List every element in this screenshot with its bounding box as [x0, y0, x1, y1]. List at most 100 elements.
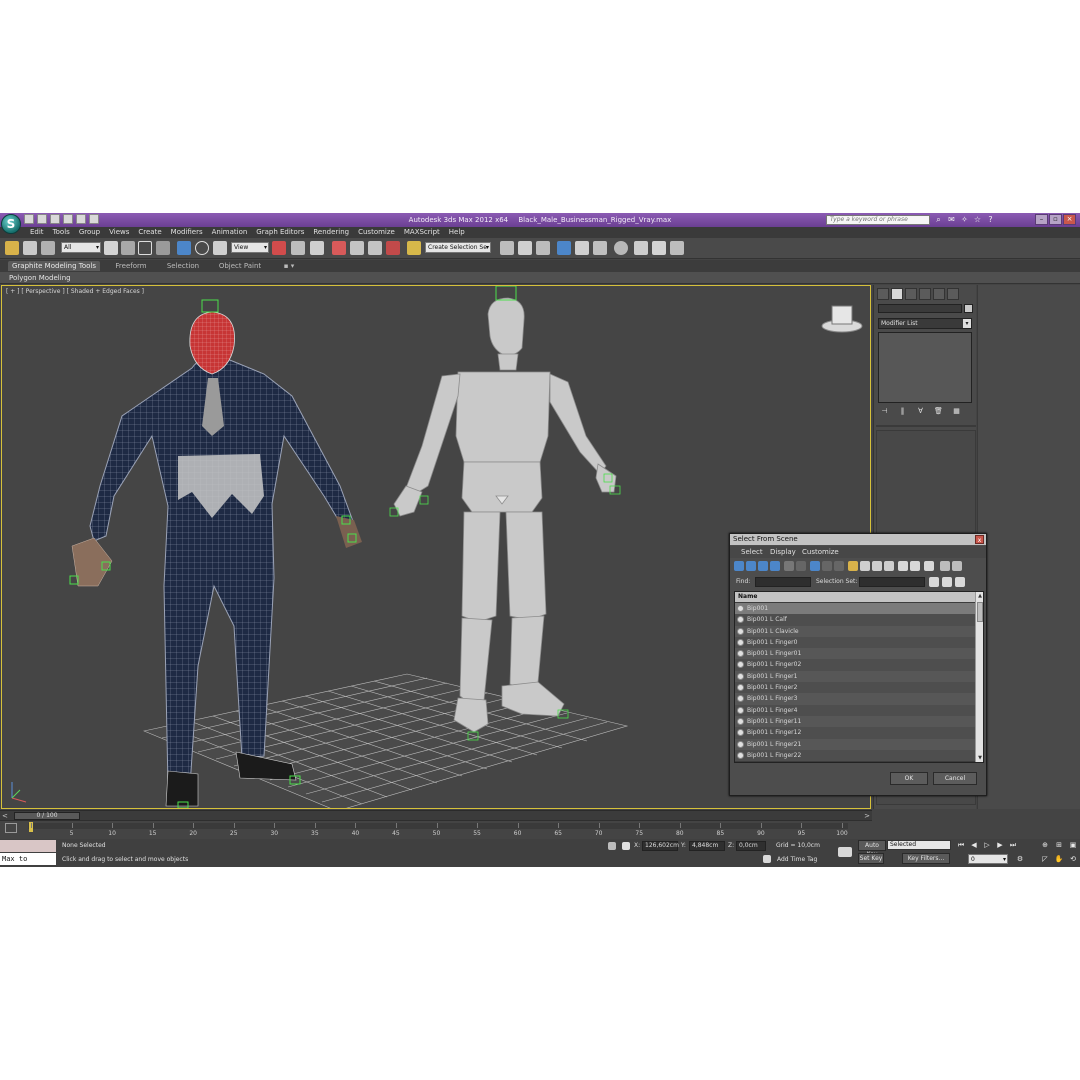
list-item[interactable]: Bip001 L Finger0 — [735, 636, 975, 649]
tab-object-paint[interactable]: Object Paint — [214, 261, 266, 271]
menu-maxscript[interactable]: MAXScript — [404, 227, 440, 238]
z-coordinate-field[interactable]: 0,0cm — [736, 841, 766, 851]
favorites-star-icon[interactable]: ☆ — [973, 215, 982, 224]
menu-views[interactable]: Views — [109, 227, 129, 238]
menu-rendering[interactable]: Rendering — [313, 227, 349, 238]
viewcube[interactable] — [821, 305, 863, 333]
display-groups-icon[interactable] — [848, 561, 858, 571]
binoculars-icon[interactable]: ⌕ — [934, 215, 943, 224]
unlink-selection-icon[interactable] — [23, 241, 37, 255]
auto-key-button[interactable]: Auto Key — [858, 840, 886, 858]
snaps-toggle-icon[interactable] — [332, 241, 346, 255]
dialog-close-button[interactable]: x — [975, 535, 984, 544]
time-tag-icon[interactable] — [763, 855, 771, 863]
display-bones-icon[interactable] — [810, 561, 820, 571]
menu-create[interactable]: Create — [138, 227, 161, 238]
list-item[interactable]: Bip001 L Clavicle — [735, 625, 975, 637]
scroll-down-arrow-icon[interactable]: ▼ — [976, 754, 983, 762]
find-input[interactable] — [755, 577, 811, 587]
absolute-mode-icon[interactable] — [622, 842, 630, 850]
rendered-frame-window-icon[interactable] — [652, 241, 666, 255]
play-animation-icon[interactable]: ▷ — [982, 840, 992, 850]
scroll-up-arrow-icon[interactable]: ▲ — [976, 592, 983, 600]
show-end-result-icon[interactable]: ‖ — [898, 407, 907, 416]
minimize-button[interactable]: – — [1035, 214, 1048, 225]
named-selection-dropdown[interactable]: Create Selection Se — [425, 242, 491, 253]
polygon-modeling-panel[interactable]: Polygon Modeling — [9, 272, 71, 284]
select-and-manipulate-icon[interactable] — [291, 241, 305, 255]
selection-filter-dropdown[interactable]: All — [61, 242, 101, 253]
menu-group[interactable]: Group — [79, 227, 100, 238]
select-all-icon[interactable] — [860, 561, 870, 571]
field-of-view-icon[interactable]: ◸ — [1040, 854, 1050, 864]
create-tab-icon[interactable] — [877, 288, 889, 300]
keyboard-shortcut-override-icon[interactable] — [310, 241, 324, 255]
viewport-label-menu[interactable]: [ + ] [ Perspective ] [ Shaded + Edged F… — [6, 288, 144, 295]
select-and-rotate-icon[interactable] — [195, 241, 209, 255]
tab-graphite-modeling-tools[interactable]: Graphite Modeling Tools — [8, 261, 100, 271]
modifier-stack[interactable] — [878, 332, 972, 403]
edit-named-selection-icon[interactable] — [407, 241, 421, 255]
previous-frame-icon[interactable]: ◀ — [969, 840, 979, 850]
display-containers-icon[interactable] — [822, 561, 832, 571]
go-to-end-icon[interactable]: ⏭ — [1008, 840, 1018, 850]
tab-freeform[interactable]: Freeform — [108, 261, 154, 271]
list-item[interactable]: Bip001 L Finger02 — [735, 659, 975, 671]
menu-graph-editors[interactable]: Graph Editors — [256, 227, 304, 238]
selection-set-dropdown[interactable] — [859, 577, 925, 587]
remove-selection-set-icon[interactable] — [955, 577, 965, 587]
go-to-start-icon[interactable]: ⏮ — [956, 840, 966, 850]
object-name-field[interactable] — [878, 304, 962, 313]
help-icon[interactable]: ? — [986, 215, 995, 224]
select-invert-icon[interactable] — [884, 561, 894, 571]
track-bar[interactable]: 5 10 15 20 25 30 35 40 45 50 55 60 65 70 75 80 85 90 95 100 — [0, 820, 872, 839]
restore-button[interactable]: ▫ — [1049, 214, 1062, 225]
pin-stack-icon[interactable]: ⊣ — [880, 407, 889, 416]
maxscript-mini-listener-top[interactable] — [0, 840, 56, 852]
key-mode-dropdown[interactable]: Selected — [887, 840, 951, 850]
edit-selection-set-icon[interactable] — [942, 577, 952, 587]
name-column-header[interactable]: Name — [735, 592, 975, 602]
display-xrefs-icon[interactable] — [834, 561, 844, 571]
menu-help[interactable]: Help — [449, 227, 465, 238]
percent-snap-icon[interactable] — [368, 241, 382, 255]
hierarchy-tab-icon[interactable] — [905, 288, 917, 300]
selection-lock-icon[interactable] — [608, 842, 616, 850]
hierarchy-view-icon[interactable] — [910, 561, 920, 571]
render-production-icon[interactable] — [670, 241, 684, 255]
select-none-icon[interactable] — [872, 561, 882, 571]
zoom-extents-icon[interactable]: ▣ — [1068, 840, 1078, 850]
list-item[interactable]: Bip001 L Finger3 — [735, 693, 975, 705]
next-frame-icon[interactable]: ▶ — [995, 840, 1005, 850]
menu-animation[interactable]: Animation — [212, 227, 248, 238]
display-helpers-icon[interactable] — [784, 561, 794, 571]
dialog-menu-select[interactable]: Select — [741, 546, 763, 558]
utilities-tab-icon[interactable] — [947, 288, 959, 300]
configure-modifier-sets-icon[interactable]: ▦ — [952, 407, 961, 416]
list-view-icon[interactable] — [898, 561, 908, 571]
display-space-warps-icon[interactable] — [796, 561, 806, 571]
list-item[interactable]: Bip001 — [735, 603, 975, 615]
set-key-button[interactable]: Set Key — [858, 853, 884, 864]
list-item[interactable]: Bip001 L Finger4 — [735, 704, 975, 716]
pan-view-icon[interactable]: ✋ — [1054, 854, 1064, 864]
align-icon[interactable] — [518, 241, 532, 255]
menu-tools[interactable]: Tools — [53, 227, 70, 238]
zoom-icon[interactable]: ⊕ — [1040, 840, 1050, 850]
use-pivot-center-icon[interactable] — [272, 241, 286, 255]
menu-modifiers[interactable]: Modifiers — [171, 227, 203, 238]
list-item[interactable]: Bip001 L Finger12 — [735, 727, 975, 739]
graphite-toggle-icon[interactable] — [557, 241, 571, 255]
filter-options-icon[interactable] — [952, 561, 962, 571]
menu-customize[interactable]: Customize — [358, 227, 395, 238]
list-item[interactable]: Bip001 L Finger21 — [735, 738, 975, 750]
help-search-input[interactable]: Type a keyword or phrase — [826, 215, 930, 225]
select-object-icon[interactable] — [104, 241, 118, 255]
set-key-mode-icon[interactable] — [838, 847, 852, 857]
window-crossing-icon[interactable] — [156, 241, 170, 255]
subscription-icon[interactable]: ✉ — [947, 215, 956, 224]
material-editor-icon[interactable] — [614, 241, 628, 255]
display-tab-icon[interactable] — [933, 288, 945, 300]
y-coordinate-field[interactable]: 4,848cm — [689, 841, 725, 851]
spinner-snap-icon[interactable] — [386, 241, 400, 255]
